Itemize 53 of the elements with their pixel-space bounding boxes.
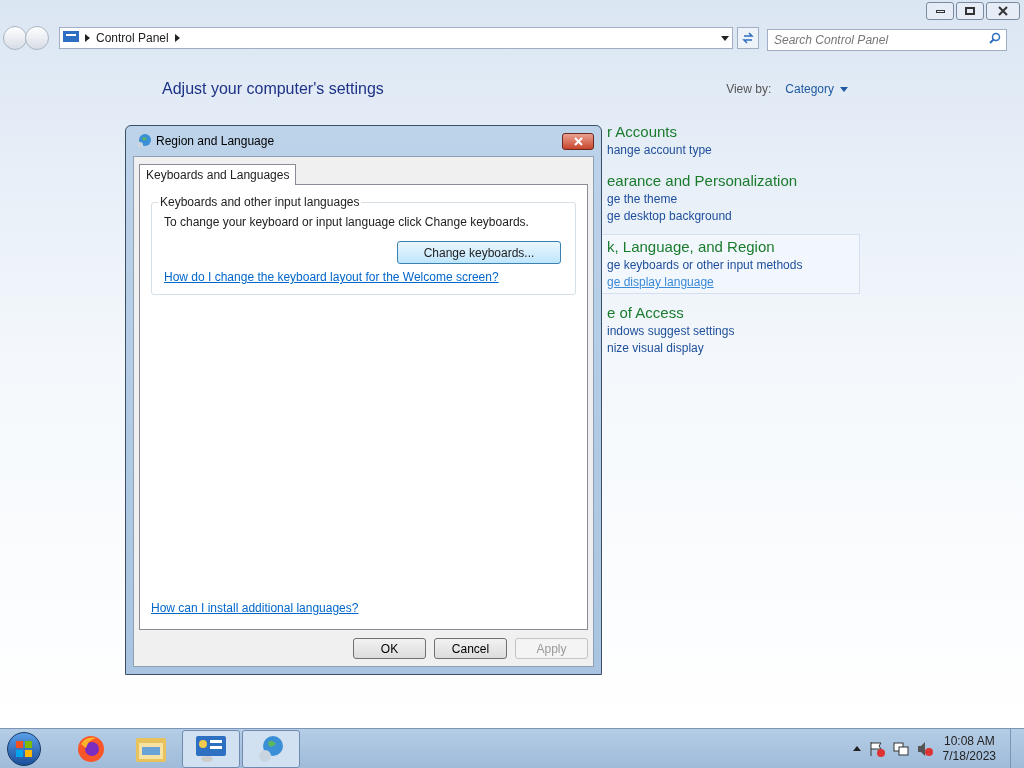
chevron-icon — [85, 34, 90, 42]
change-keyboards-button[interactable]: Change keyboards... — [397, 241, 561, 264]
category-link[interactable]: hange account type — [607, 142, 712, 159]
clock[interactable]: 10:08 AM 7/18/2023 — [942, 733, 996, 764]
dropdown-icon — [721, 35, 729, 41]
dropdown-icon — [840, 86, 848, 92]
taskbar-button[interactable] — [242, 729, 300, 768]
globe-icon — [256, 733, 286, 764]
refresh-icon — [742, 32, 754, 44]
address-bar[interactable]: Control Panel — [59, 27, 733, 49]
minimize-button[interactable] — [926, 2, 954, 20]
browser-icon — [76, 733, 106, 764]
show-hidden-icons-icon[interactable] — [852, 746, 861, 751]
restore-button[interactable] — [956, 2, 984, 20]
view-by-label: View by: — [726, 81, 772, 98]
close-icon — [573, 136, 583, 146]
category-link[interactable]: ge the theme — [607, 191, 678, 208]
category-title-link[interactable]: k, Language, and Region — [607, 237, 775, 257]
close-button[interactable] — [562, 132, 594, 150]
page-heading: Adjust your computer's settings — [162, 79, 384, 99]
refresh-button[interactable] — [737, 27, 759, 49]
view-by-dropdown[interactable]: Category — [785, 80, 848, 98]
dialog-button[interactable]: Cancel — [434, 638, 507, 659]
search-icon — [989, 32, 1001, 44]
category-title-link[interactable]: e of Access — [607, 303, 684, 323]
tab[interactable]: Keyboards and Languages — [139, 164, 297, 185]
clock-date: 7/18/2023 — [942, 748, 996, 764]
category-title-link[interactable]: r Accounts — [607, 122, 678, 142]
welcome-screen-help-link[interactable]: How do I change the keyboard layout for the Welcome screen? — [164, 268, 561, 286]
dialog-button[interactable]: OK — [353, 638, 426, 659]
windows-logo — [15, 739, 33, 758]
close-icon — [998, 6, 1008, 16]
globe-icon — [136, 133, 152, 149]
control-panel-icon — [63, 31, 79, 45]
clock-time: 10:08 AM — [943, 733, 995, 749]
network-icon[interactable] — [892, 740, 909, 757]
dialog-title: Region and Language — [156, 133, 275, 150]
group-description: To change your keyboard or input language click Change keyboards. — [164, 214, 530, 231]
speaker-icon[interactable] — [916, 740, 933, 757]
category-link[interactable]: ge desktop background — [607, 208, 732, 225]
group-title: Keyboards and other input languages — [158, 195, 362, 210]
install-languages-link[interactable]: How can I install additional languages? — [151, 599, 359, 617]
control-panel-icon — [195, 734, 227, 763]
category-link[interactable]: indows suggest settings — [607, 323, 735, 340]
chevron-icon — [174, 34, 180, 42]
close-button[interactable] — [986, 2, 1020, 20]
address-text: Control Panel — [96, 30, 169, 47]
taskbar-button[interactable] — [182, 729, 240, 768]
search-field[interactable]: Search Control Panel — [767, 29, 1007, 51]
category-link[interactable]: ge keyboards or other input methods — [607, 257, 803, 274]
category-title-link[interactable]: earance and Personalization — [607, 171, 798, 191]
category-link[interactable]: nize visual display — [607, 340, 704, 357]
flag-icon[interactable] — [868, 740, 885, 757]
